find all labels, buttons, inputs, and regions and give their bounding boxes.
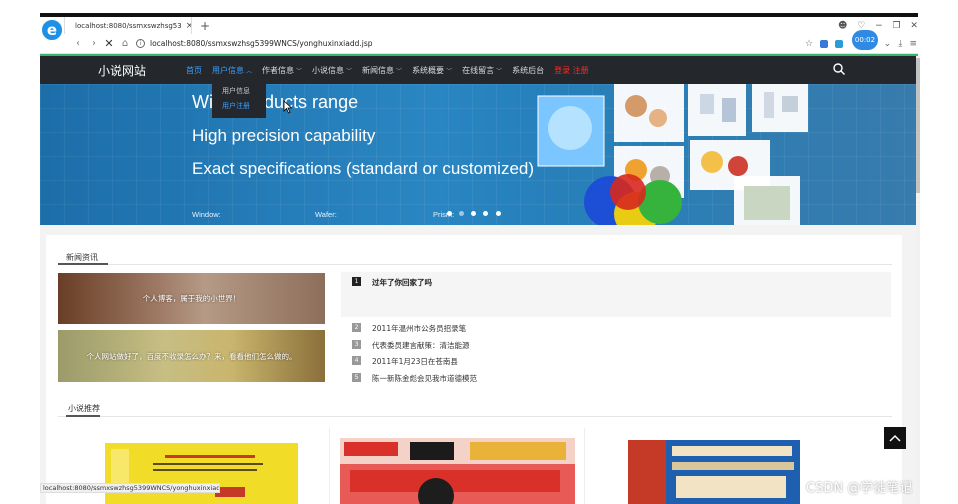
restore-icon[interactable]: ❐ <box>893 21 901 31</box>
nav-label: 小说信息 <box>312 65 345 75</box>
novel-cover[interactable] <box>105 443 298 504</box>
shield-icon[interactable]: ♡ <box>857 21 865 31</box>
window-controls: ☻ ♡ − ❐ ✕ <box>838 17 918 34</box>
status-bar-url: localhost:8080/ssmxswzhsg5399WNCS/yonghu… <box>40 483 220 493</box>
novel-section-title: 小说推荐 <box>68 404 100 413</box>
address-bar[interactable]: i localhost:8080/ssmxswzhsg5399WNCS/yong… <box>136 36 796 51</box>
novel-cover-art <box>105 443 298 504</box>
chevron-up-icon <box>889 434 901 442</box>
account-menu-icon[interactable]: ⌄ <box>884 39 892 49</box>
nav-item-message[interactable]: 在线留言 ﹀ <box>457 56 507 84</box>
nav-label: 用户信息 <box>212 65 244 75</box>
chevron-down-icon: ﹀ <box>346 67 353 75</box>
browser-tab[interactable]: localhost:8080/ssmxswzhsg53 × <box>64 17 192 34</box>
forward-icon[interactable]: › <box>88 36 100 50</box>
section-underline <box>66 415 100 417</box>
close-window-icon[interactable]: ✕ <box>910 21 918 31</box>
main-nav: 首页 用户信息 ︿ 作者信息 ﹀ 小说信息 ﹀ 新闻信息 ﹀ 系统概要 ﹀ 在线留言 ﹀ 系… <box>186 56 594 84</box>
rank-badge: 3 <box>352 340 361 349</box>
slide-dot[interactable] <box>447 211 452 216</box>
nav-item-system[interactable]: 系统概要 ﹀ <box>407 56 457 84</box>
nav-item-novel[interactable]: 小说信息 ﹀ <box>307 56 357 84</box>
minimize-icon[interactable]: − <box>875 21 883 31</box>
featured-news-title[interactable]: 过年了你回家了吗 <box>372 277 432 288</box>
site-logo[interactable]: 小说网站 <box>98 56 146 84</box>
nav-label: 系统概要 <box>412 65 445 75</box>
rank-badge: 4 <box>352 356 361 365</box>
banner-line-2: High precision capability <box>192 126 376 145</box>
tab-title: localhost:8080/ssmxswzhsg53 <box>75 21 182 30</box>
slide-dot[interactable] <box>496 211 501 216</box>
nav-label: 新闻信息 <box>362 65 395 75</box>
slide-dot[interactable] <box>459 211 464 216</box>
info-icon[interactable]: i <box>136 39 145 48</box>
dropdown-item-user-info[interactable]: 用户信息 <box>222 86 262 98</box>
back-to-top-button[interactable] <box>884 427 906 449</box>
browser-logo-icon[interactable]: e <box>40 18 64 42</box>
nav-item-admin[interactable]: 系统后台 <box>507 56 549 84</box>
nav-label: 系统后台 <box>512 65 545 75</box>
home-icon[interactable]: ⌂ <box>119 36 131 50</box>
extension-icon[interactable] <box>835 39 844 48</box>
news-link[interactable]: 代表委员建言献策：清洁能源 <box>372 340 470 351</box>
url-text: localhost:8080/ssmxswzhsg5399WNCS/yonghu… <box>150 39 373 48</box>
chevron-down-icon: ﹀ <box>396 67 403 75</box>
star-icon[interactable]: ☆ <box>805 39 813 49</box>
rank-badge: 5 <box>352 373 361 382</box>
download-icon[interactable]: ⤓ <box>898 39 902 49</box>
rank-badge: 1 <box>352 277 361 286</box>
tab-close-icon[interactable]: × <box>186 21 191 31</box>
nav-label: 登录 注册 <box>554 65 589 75</box>
menu-icon[interactable]: ≡ <box>909 39 917 49</box>
chevron-up-icon: ︿ <box>246 67 253 75</box>
nav-item-news[interactable]: 新闻信息 ﹀ <box>357 56 407 84</box>
slide-dot[interactable] <box>483 211 488 216</box>
chevron-down-icon: ﹀ <box>296 67 303 75</box>
nav-item-home[interactable]: 首页 <box>186 56 207 84</box>
novel-cover-art <box>340 438 575 504</box>
stop-icon[interactable]: ✕ <box>103 36 115 50</box>
nav-item-user[interactable]: 用户信息 ︿ <box>207 56 257 84</box>
divider <box>584 428 585 504</box>
divider <box>58 416 892 417</box>
banner-line-3: Exact specifications (standard or custom… <box>192 159 535 178</box>
tile-caption: 个人博客，属于我的小世界！ <box>142 294 241 303</box>
nav-label: 首页 <box>186 65 202 75</box>
account-icon[interactable]: ☻ <box>838 21 847 31</box>
divider <box>329 428 330 504</box>
news-tile[interactable]: 个人网站做好了，百度不收录怎么办？来，看看他们怎么做的。 <box>58 330 325 382</box>
nav-item-author[interactable]: 作者信息 ﹀ <box>257 56 307 84</box>
slide-dot[interactable] <box>471 211 476 216</box>
tile-caption: 个人网站做好了，百度不收录怎么办？来，看看他们怎么做的。 <box>86 351 297 361</box>
banner-caption-wafer: Wafer: <box>315 210 337 219</box>
news-tile[interactable]: 个人博客，属于我的小世界！ <box>58 273 325 324</box>
back-icon[interactable]: ‹ <box>72 36 84 50</box>
scrollbar-thumb[interactable] <box>916 58 920 193</box>
news-link[interactable]: 2011年温州市公务员招录笔 <box>372 323 466 334</box>
extension-icon[interactable] <box>820 39 829 48</box>
rank-badge: 2 <box>352 323 361 332</box>
hero-banner[interactable]: Wide products range High precision capab… <box>40 84 916 225</box>
novel-cover-art <box>628 440 800 504</box>
chevron-down-icon: ﹀ <box>446 67 453 75</box>
novel-cover[interactable] <box>340 438 575 504</box>
watermark: CSDN @学徒笔记 <box>806 481 913 496</box>
optics-products-image <box>537 84 808 225</box>
chevron-down-icon: ﹀ <box>496 67 503 75</box>
dropdown-item-user-register[interactable]: 用户注册 <box>222 101 262 113</box>
recording-timer: 00:02 <box>852 30 878 50</box>
divider <box>58 264 892 265</box>
section-underline <box>58 263 108 265</box>
news-link[interactable]: 陈一新陈金彪会见我市道德模范 <box>372 373 477 384</box>
novel-cover[interactable] <box>628 440 800 504</box>
mouse-cursor-icon <box>283 100 293 114</box>
new-tab-icon[interactable]: + <box>198 17 212 34</box>
news-link[interactable]: 2011年1月23日在苍南县 <box>372 356 458 367</box>
news-section-title: 新闻资讯 <box>66 253 98 262</box>
search-icon[interactable] <box>832 62 846 76</box>
nav-label: 作者信息 <box>262 65 295 75</box>
nav-label: 在线留言 <box>462 65 495 75</box>
banner-caption-window: Window: <box>192 210 221 219</box>
nav-item-login[interactable]: 登录 注册 <box>549 56 594 84</box>
